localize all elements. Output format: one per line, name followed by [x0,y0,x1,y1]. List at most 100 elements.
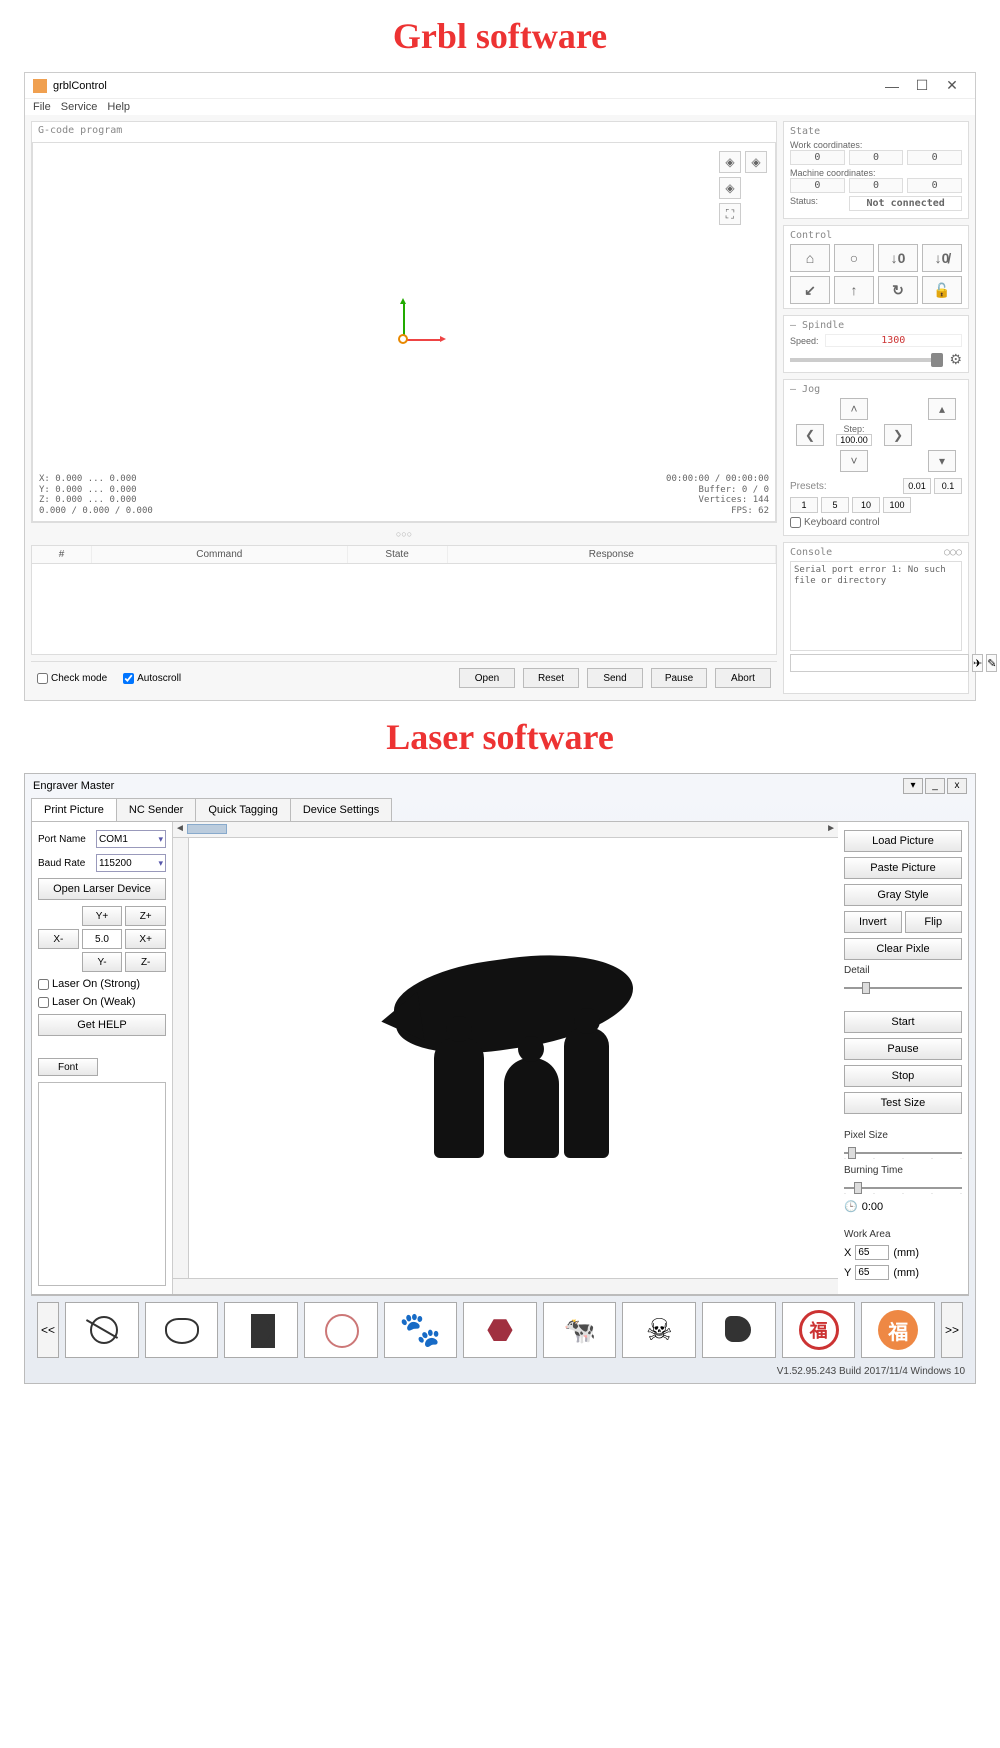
reset-button[interactable]: Reset [523,668,579,688]
ruler-horizontal[interactable] [173,822,838,838]
clear-pixel-button[interactable]: Clear Pixle [844,938,962,960]
open-button[interactable]: Open [459,668,515,688]
baud-select[interactable]: 115200 [96,854,166,872]
em-jog-z-minus[interactable]: Z- [125,952,166,972]
font-button[interactable]: Font [38,1058,98,1076]
menu-file[interactable]: File [33,101,51,113]
canvas[interactable] [189,838,838,1278]
thumbs-next-button[interactable]: >> [941,1302,963,1358]
jog-y-minus[interactable]: ˅ [840,450,868,472]
console-input[interactable] [790,654,969,672]
thumbnail-10[interactable]: 福 [782,1302,856,1358]
view-iso1-button[interactable]: ◈ [719,151,741,173]
laser-weak-checkbox[interactable]: Laser On (Weak) [38,996,158,1008]
pause-button[interactable]: Pause [844,1038,962,1060]
em-minimize-button[interactable]: _ [925,778,945,794]
viewport[interactable]: ◈ ◈ ◈ ⛶ [32,142,776,522]
pixel-size-slider[interactable]: ····· [844,1146,962,1160]
tab-quick-tagging[interactable]: Quick Tagging [195,798,291,821]
test-size-button[interactable]: Test Size [844,1092,962,1114]
check-mode-checkbox[interactable]: Check mode [37,673,107,684]
detail-slider[interactable] [844,981,962,995]
view-iso2-button[interactable]: ◈ [745,151,767,173]
work-area-y[interactable] [855,1265,889,1280]
text-input-area[interactable] [38,1082,166,1286]
thumbnail-7[interactable]: 🐄 [543,1302,617,1358]
preset-2[interactable]: 1 [790,497,818,513]
preset-5[interactable]: 100 [883,497,911,513]
jog-x-plus[interactable]: ❯ [884,424,912,446]
jog-y-plus[interactable]: ˄ [840,398,868,420]
thumbnail-9[interactable] [702,1302,776,1358]
preset-1[interactable]: 0.1 [934,478,962,494]
thumbnail-11[interactable]: 福 [861,1302,935,1358]
unlock-button[interactable]: 🔓 [922,276,962,304]
spindle-slider[interactable] [790,358,943,362]
zeroxy-button[interactable]: ↓0 [878,244,918,272]
thumbnail-2[interactable] [145,1302,219,1358]
em-jog-x-plus[interactable]: X+ [125,929,166,949]
open-device-button[interactable]: Open Larser Device [38,878,166,900]
jog-z-plus[interactable]: ▴ [928,398,956,420]
burning-time-slider[interactable]: ····· [844,1181,962,1195]
em-close-button[interactable]: x [947,778,967,794]
laser-strong-checkbox[interactable]: Laser On (Strong) [38,978,158,990]
close-button[interactable]: ✕ [937,77,967,94]
jog-step[interactable]: Step: [836,424,872,446]
speed-value[interactable]: 1300 [825,334,962,347]
home-button[interactable]: ⌂ [790,244,830,272]
thumbnail-6[interactable]: ⬣ [463,1302,537,1358]
console-clear-icon[interactable]: ✎ [986,654,997,672]
em-jog-step[interactable] [82,929,123,949]
ruler-bottom[interactable] [173,1278,838,1294]
em-jog-x-minus[interactable]: X- [38,929,79,949]
ruler-vertical[interactable] [173,838,189,1278]
work-area-x[interactable] [855,1245,889,1260]
tab-print-picture[interactable]: Print Picture [31,798,117,821]
view-top-button[interactable]: ◈ [719,177,741,199]
tab-device-settings[interactable]: Device Settings [290,798,392,821]
flip-button[interactable]: Flip [905,911,963,933]
send-button[interactable]: Send [587,668,643,688]
preset-4[interactable]: 10 [852,497,880,513]
keyboard-checkbox[interactable]: Keyboard control [790,517,880,528]
invert-button[interactable]: Invert [844,911,902,933]
menu-service[interactable]: Service [61,101,98,113]
start-button[interactable]: Start [844,1011,962,1033]
tab-nc-sender[interactable]: NC Sender [116,798,196,821]
view-fit-button[interactable]: ⛶ [719,203,741,225]
stop-button[interactable]: Stop [844,1065,962,1087]
em-settings-icon[interactable]: ▾ [903,778,923,794]
autoscroll-checkbox[interactable]: Autoscroll [123,673,181,684]
jog-x-minus[interactable]: ❮ [796,424,824,446]
console-send-icon[interactable]: ✈ [972,654,983,672]
spindle-icon[interactable]: ⚙ [949,351,962,368]
thumbnail-1[interactable] [65,1302,139,1358]
reset-button[interactable]: ↻ [878,276,918,304]
thumbnail-8[interactable]: ☠ [622,1302,696,1358]
thumbnail-5[interactable]: 🐾 [384,1302,458,1358]
em-jog-z-plus[interactable]: Z+ [125,906,166,926]
get-help-button[interactable]: Get HELP [38,1014,166,1036]
thumbs-prev-button[interactable]: << [37,1302,59,1358]
port-select[interactable]: COM1 [96,830,166,848]
zero-button[interactable]: ○ [834,244,874,272]
safez-button[interactable]: ↑ [834,276,874,304]
paste-picture-button[interactable]: Paste Picture [844,857,962,879]
pause-button[interactable]: Pause [651,668,707,688]
zeroz-button[interactable]: ↓0̸ [922,244,962,272]
maximize-button[interactable]: ☐ [907,77,937,94]
em-jog-y-plus[interactable]: Y+ [82,906,123,926]
jog-z-minus[interactable]: ▾ [928,450,956,472]
load-picture-button[interactable]: Load Picture [844,830,962,852]
preset-3[interactable]: 5 [821,497,849,513]
menu-help[interactable]: Help [107,101,130,113]
probe-button[interactable]: ↙ [790,276,830,304]
abort-button[interactable]: Abort [715,668,771,688]
gray-style-button[interactable]: Gray Style [844,884,962,906]
thumbnail-4[interactable] [304,1302,378,1358]
minimize-button[interactable]: — [877,78,907,94]
em-jog-y-minus[interactable]: Y- [82,952,123,972]
preset-0[interactable]: 0.01 [903,478,931,494]
thumbnail-3[interactable] [224,1302,298,1358]
